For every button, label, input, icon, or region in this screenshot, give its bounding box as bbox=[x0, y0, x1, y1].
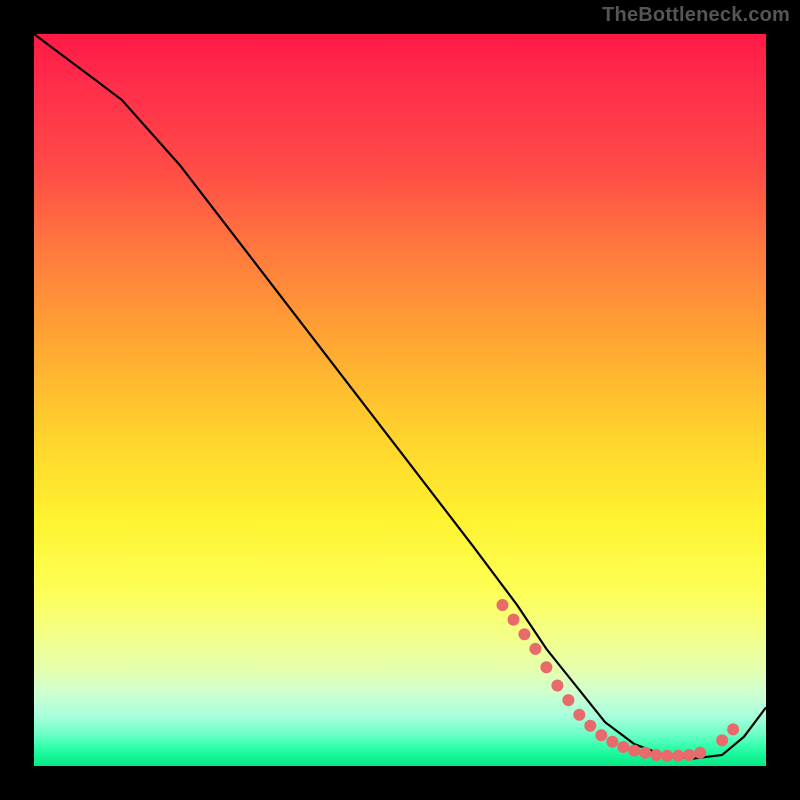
plot-area bbox=[34, 34, 766, 766]
curve-svg bbox=[34, 34, 766, 766]
marker-dot bbox=[683, 749, 695, 761]
marker-dot bbox=[573, 709, 585, 721]
marker-dot bbox=[562, 694, 574, 706]
watermark-text: TheBottleneck.com bbox=[602, 4, 790, 27]
marker-layer bbox=[497, 599, 740, 762]
marker-dot bbox=[639, 747, 651, 759]
marker-dot bbox=[584, 720, 596, 732]
marker-dot bbox=[727, 723, 739, 735]
marker-dot bbox=[650, 749, 662, 761]
marker-dot bbox=[529, 643, 541, 655]
marker-dot bbox=[628, 745, 640, 757]
marker-dot bbox=[518, 628, 530, 640]
marker-dot bbox=[716, 734, 728, 746]
marker-dot bbox=[497, 599, 509, 611]
marker-dot bbox=[617, 741, 629, 753]
marker-dot bbox=[551, 680, 563, 692]
marker-dot bbox=[672, 750, 684, 762]
chart-frame: TheBottleneck.com bbox=[0, 0, 800, 800]
bottleneck-curve bbox=[34, 34, 766, 759]
marker-dot bbox=[606, 736, 618, 748]
marker-dot bbox=[508, 614, 520, 626]
marker-dot bbox=[694, 747, 706, 759]
marker-dot bbox=[661, 750, 673, 762]
marker-dot bbox=[540, 661, 552, 673]
marker-dot bbox=[595, 729, 607, 741]
